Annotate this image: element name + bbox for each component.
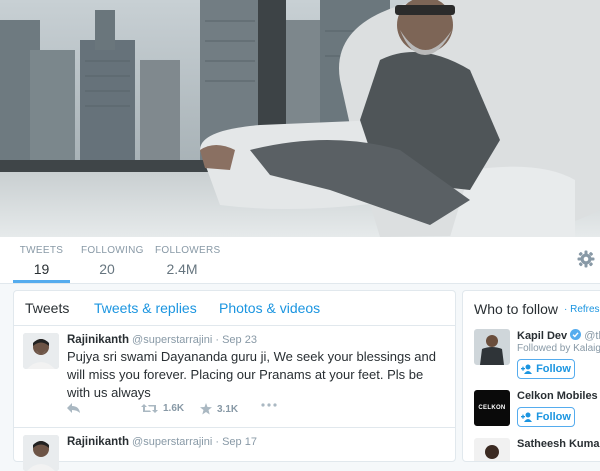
tweet-header: Rajinikanth @superstarrajini · Sep 17 — [67, 436, 257, 448]
tab-tweets-and-replies[interactable]: Tweets & replies — [94, 300, 197, 316]
retweet-icon — [141, 404, 158, 413]
gear-icon[interactable] — [576, 249, 596, 269]
tweet-item[interactable]: Rajinikanth @superstarrajini · Sep 17 — [14, 428, 455, 471]
timeline-tabs: Tweets Tweets & replies Photos & videos — [14, 291, 455, 326]
stat-followers-label: FOLLOWERS — [155, 245, 221, 256]
suggestion-handle: @th — [584, 330, 600, 342]
tweet-author-name[interactable]: Rajinikanth — [67, 334, 129, 346]
add-user-icon — [521, 364, 533, 374]
profile-header-image — [0, 0, 600, 237]
stat-tweets[interactable]: TWEETS 19 — [13, 245, 70, 283]
refresh-link[interactable]: · Refresh · — [564, 304, 600, 315]
tab-photos-videos[interactable]: Photos & videos — [219, 300, 320, 316]
suggestion-name[interactable]: Satheesh Kumar @ — [517, 438, 600, 450]
avatar[interactable] — [474, 329, 510, 365]
tweet-text: Pujya sri swami Dayananda guru ji, We se… — [67, 349, 436, 400]
more-options-icon[interactable] — [261, 403, 277, 407]
stat-following-value: 20 — [99, 261, 115, 277]
avatar[interactable]: CELKON — [474, 390, 510, 426]
suggestion-name[interactable]: Celkon Mobiles @ — [517, 390, 600, 402]
verified-badge-icon — [570, 329, 582, 340]
stat-tweets-label: TWEETS — [19, 245, 64, 256]
tweet-date[interactable]: Sep 17 — [222, 436, 257, 448]
header-photo — [0, 0, 600, 237]
suggestion-item: Kapil Dev @th Followed by Kalaig Follow — [474, 329, 600, 391]
tweet-author-handle[interactable]: @superstarrajini — [132, 334, 212, 346]
tweet-separator: · — [215, 436, 220, 448]
retweet-button[interactable]: 1.6K — [141, 403, 184, 414]
follow-button[interactable]: Follow — [517, 407, 575, 427]
stat-following-label: FOLLOWING — [81, 245, 144, 256]
stat-tweets-value: 19 — [33, 261, 50, 277]
profile-nav-bar: TWEETS 19 FOLLOWING 20 FOLLOWERS 2.4M — [0, 237, 600, 284]
like-count: 3.1K — [217, 403, 239, 415]
tweet-author-handle[interactable]: @superstarrajini — [132, 436, 212, 448]
who-to-follow-title: Who to follow — [474, 301, 559, 317]
suggestion-item: Satheesh Kumar @ — [474, 438, 600, 461]
star-icon — [200, 403, 212, 415]
who-to-follow-panel: Who to follow · Refresh · Kapil Dev @th … — [462, 290, 600, 462]
like-button[interactable]: 3.1K — [200, 403, 238, 415]
tweet-timeline: Tweets Tweets & replies Photos & videos … — [13, 290, 456, 471]
tweet-header: Rajinikanth @superstarrajini · Sep 23 — [67, 334, 257, 346]
stat-following[interactable]: FOLLOWING 20 — [81, 245, 144, 279]
suggestion-name[interactable]: Kapil Dev @th — [517, 329, 600, 342]
stat-followers[interactable]: FOLLOWERS 2.4M — [155, 245, 221, 279]
tweet-author-name[interactable]: Rajinikanth — [67, 436, 129, 448]
followed-by-text: Followed by Kalaig — [517, 343, 600, 354]
follow-button-label: Follow — [536, 411, 571, 423]
suggestion-item: CELKON Celkon Mobiles @ Follow — [474, 390, 600, 435]
retweet-count: 1.6K — [163, 403, 185, 414]
tab-tweets[interactable]: Tweets — [25, 300, 69, 316]
follow-button[interactable]: Follow — [517, 359, 575, 379]
avatar[interactable] — [474, 438, 510, 461]
tweet-item[interactable]: Rajinikanth @superstarrajini · Sep 23 Pu… — [14, 326, 455, 428]
celkon-logo-text: CELKON — [478, 405, 506, 411]
stat-followers-value: 2.4M — [166, 261, 198, 277]
tweet-separator: · — [215, 334, 220, 346]
follow-button-label: Follow — [536, 363, 571, 375]
avatar[interactable] — [23, 333, 59, 369]
avatar[interactable] — [23, 435, 59, 471]
add-user-icon — [521, 412, 533, 422]
tweet-date[interactable]: Sep 23 — [222, 334, 257, 346]
reply-icon[interactable] — [67, 403, 81, 414]
